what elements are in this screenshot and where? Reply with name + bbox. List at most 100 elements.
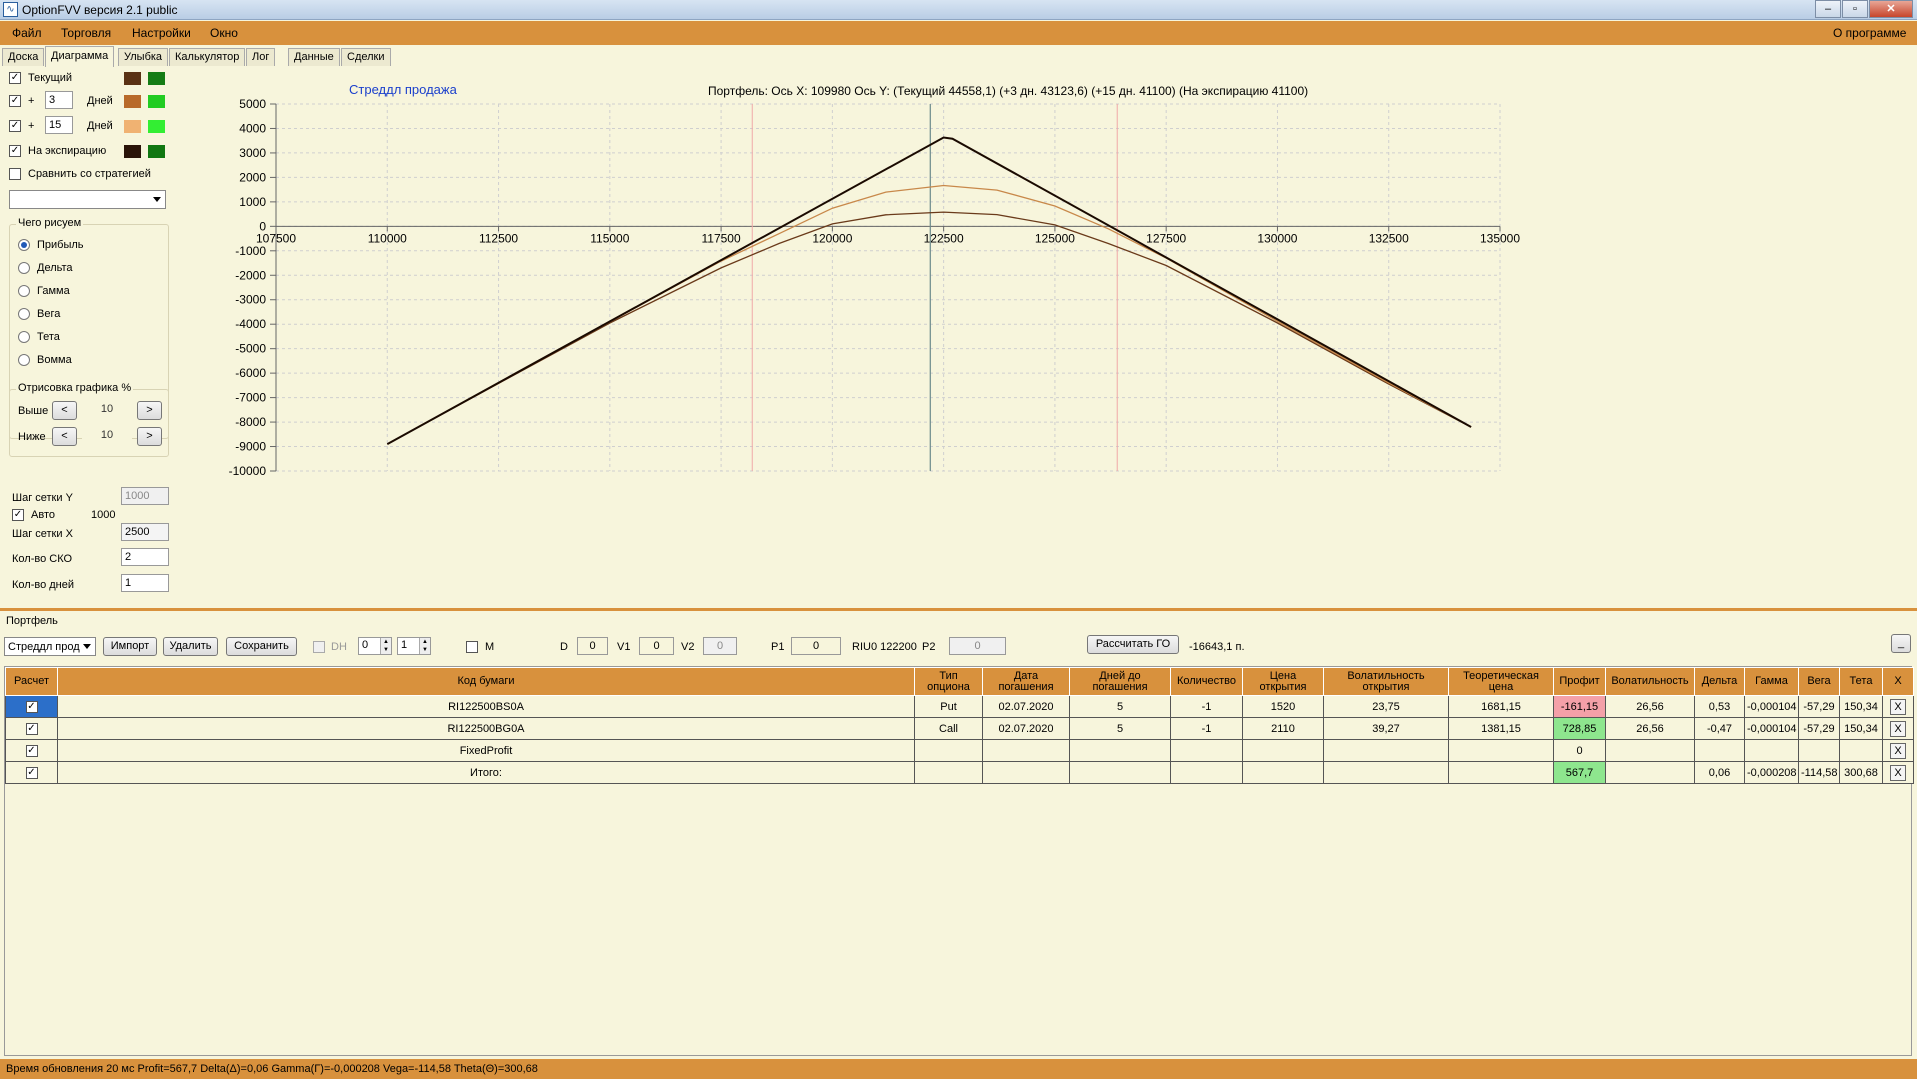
strategy-compare-select[interactable] — [9, 190, 166, 209]
remove-row-button[interactable]: X — [1890, 698, 1906, 715]
column-header[interactable]: Код бумаги — [57, 667, 915, 696]
import-button[interactable]: Импорт — [103, 637, 157, 656]
p2-input[interactable]: 0 — [949, 637, 1006, 655]
calc-checkbox[interactable]: ✓ — [25, 745, 38, 757]
radio-gamma[interactable] — [18, 285, 30, 297]
remove-row-button[interactable]: X — [1890, 764, 1906, 781]
payoff-chart[interactable]: 500040003000200010000-1000-2000-3000-400… — [172, 66, 1917, 606]
dh-spin-1[interactable]: 0 ▲ ▼ — [358, 637, 392, 655]
compare-checkbox[interactable] — [9, 168, 21, 180]
menu-file[interactable]: Файл — [12, 26, 42, 40]
current-checkbox[interactable]: ✓ — [9, 72, 21, 84]
close-button[interactable]: ✕ — [1869, 0, 1913, 18]
column-header[interactable]: Расчет — [5, 667, 58, 696]
below-decrease-button[interactable]: < — [52, 427, 77, 446]
maximize-button[interactable]: ▫ — [1842, 0, 1868, 18]
grid-x-input[interactable]: 2500 — [121, 523, 169, 541]
tab-data[interactable]: Данные — [288, 48, 340, 66]
radio-vega[interactable] — [18, 308, 30, 320]
dh-spin-2[interactable]: 1 ▲ ▼ — [397, 637, 431, 655]
column-header[interactable]: Теоретическая цена — [1448, 667, 1554, 696]
column-header[interactable]: Количество — [1170, 667, 1243, 696]
calc-checkbox[interactable]: ✓ — [25, 701, 38, 713]
render-group-title: Отрисовка графика % — [16, 382, 134, 394]
days15-color-b[interactable] — [148, 120, 165, 133]
expiry-color-b[interactable] — [148, 145, 165, 158]
p1-input[interactable]: 0 — [791, 637, 841, 655]
auto-checkbox[interactable]: ✓ — [12, 509, 24, 521]
tab-log[interactable]: Лог — [246, 48, 276, 66]
days15-color-a[interactable] — [124, 120, 141, 133]
calc-margin-button[interactable]: Рассчитать ГО — [1087, 635, 1179, 654]
days3-color-b[interactable] — [148, 95, 165, 108]
days-count-input[interactable]: 1 — [121, 574, 169, 592]
tab-deals[interactable]: Сделки — [341, 48, 391, 66]
above-increase-button[interactable]: > — [137, 401, 162, 420]
collapse-button[interactable]: _ — [1891, 634, 1911, 653]
days3-input[interactable]: 3 — [45, 91, 73, 109]
radio-profit[interactable] — [18, 239, 30, 251]
menu-window[interactable]: Окно — [210, 26, 238, 40]
splitter[interactable] — [0, 608, 1917, 611]
d-input[interactable]: 0 — [577, 637, 608, 655]
m-checkbox[interactable] — [466, 641, 478, 653]
menu-about[interactable]: О программе — [1833, 26, 1906, 40]
calc-checkbox-cell[interactable]: ✓ — [5, 717, 58, 740]
sko-input[interactable]: 2 — [121, 548, 169, 566]
strategy-select[interactable]: Стреддл прод — [4, 637, 96, 656]
dh-checkbox[interactable] — [313, 641, 325, 653]
save-button[interactable]: Сохранить — [226, 637, 297, 656]
column-header[interactable]: Волатильность — [1605, 667, 1695, 696]
remove-row-button[interactable]: X — [1890, 742, 1906, 759]
radio-theta[interactable] — [18, 331, 30, 343]
spin-arrows-icon[interactable]: ▲ ▼ — [419, 638, 430, 654]
calc-checkbox-cell[interactable]: ✓ — [5, 739, 58, 762]
column-header[interactable]: Вега — [1798, 667, 1840, 696]
column-header[interactable]: Дней до погашения — [1069, 667, 1171, 696]
v2-input[interactable]: 0 — [703, 637, 737, 655]
column-header[interactable]: X — [1882, 667, 1914, 696]
radio-vomma[interactable] — [18, 354, 30, 366]
tab-calculator[interactable]: Калькулятор — [169, 48, 246, 66]
v1-input[interactable]: 0 — [639, 637, 674, 655]
below-increase-button[interactable]: > — [137, 427, 162, 446]
table-row[interactable]: ✓ Итого: 567,7 0,06 -0,000208 -114,58 300,68 X — [5, 761, 1914, 784]
calc-checkbox[interactable]: ✓ — [25, 767, 38, 779]
column-header[interactable]: Дельта — [1694, 667, 1745, 696]
table-row[interactable]: ✓ FixedProfit 0 X — [5, 739, 1914, 762]
column-header[interactable]: Волатильность открытия — [1323, 667, 1449, 696]
days15-input[interactable]: 15 — [45, 116, 73, 134]
expiry-color-a[interactable] — [124, 145, 141, 158]
grid-y-input[interactable]: 1000 — [121, 487, 169, 505]
tab-board[interactable]: Доска — [2, 48, 45, 66]
above-input[interactable]: 10 — [82, 401, 132, 419]
days3-color-a[interactable] — [124, 95, 141, 108]
table-row[interactable]: ✓ RI122500BS0A Put 02.07.2020 5 -1 1520 23,75 16… — [5, 695, 1914, 718]
calc-checkbox-cell[interactable]: ✓ — [5, 695, 58, 718]
calc-checkbox-cell[interactable]: ✓ — [5, 761, 58, 784]
column-header[interactable]: Цена открытия — [1242, 667, 1324, 696]
days15-checkbox[interactable]: ✓ — [9, 120, 21, 132]
above-decrease-button[interactable]: < — [52, 401, 77, 420]
column-header[interactable]: Тип опциона — [914, 667, 983, 696]
calc-checkbox[interactable]: ✓ — [25, 723, 38, 735]
table-row[interactable]: ✓ RI122500BG0A Call 02.07.2020 5 -1 2110 39,27 1… — [5, 717, 1914, 740]
column-header[interactable]: Гамма — [1744, 667, 1799, 696]
delete-button[interactable]: Удалить — [163, 637, 218, 656]
days3-checkbox[interactable]: ✓ — [9, 95, 21, 107]
expiry-checkbox[interactable]: ✓ — [9, 145, 21, 157]
column-header[interactable]: Профит — [1553, 667, 1606, 696]
below-input[interactable]: 10 — [82, 427, 132, 445]
tab-diagram[interactable]: Диаграмма — [45, 46, 115, 67]
column-header[interactable]: Тета — [1839, 667, 1883, 696]
current-color-b[interactable] — [148, 72, 165, 85]
column-header[interactable]: Дата погашения — [982, 667, 1070, 696]
current-color-a[interactable] — [124, 72, 141, 85]
tab-smile[interactable]: Улыбка — [118, 48, 169, 66]
radio-delta[interactable] — [18, 262, 30, 274]
menu-trade[interactable]: Торговля — [61, 26, 111, 40]
minimize-button[interactable]: – — [1815, 0, 1841, 18]
remove-row-button[interactable]: X — [1890, 720, 1906, 737]
spin-arrows-icon[interactable]: ▲ ▼ — [380, 638, 391, 654]
menu-settings[interactable]: Настройки — [132, 26, 191, 40]
